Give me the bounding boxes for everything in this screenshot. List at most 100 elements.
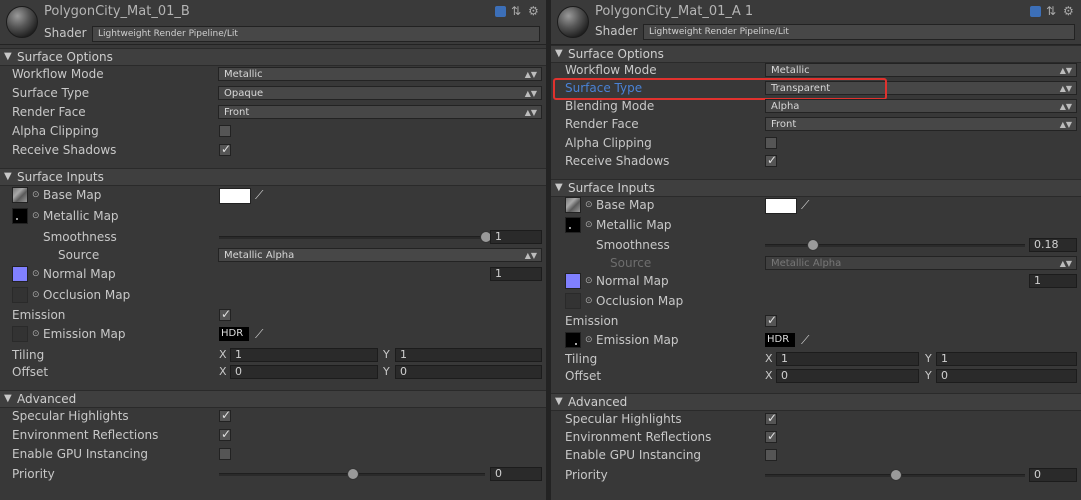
shader-label: Shader <box>595 24 638 38</box>
emission-map-thumbnail[interactable] <box>12 326 28 342</box>
smoothness-slider-thumb[interactable] <box>806 239 819 251</box>
emission-checkbox[interactable]: ✓ <box>219 307 231 321</box>
base-color-swatch[interactable] <box>219 188 251 204</box>
occlusion-map-thumbnail[interactable] <box>12 287 28 303</box>
material-title: PolygonCity_Mat_01_A 1 <box>595 4 754 19</box>
section-surface-options[interactable]: ▼ Surface Options <box>551 45 1081 63</box>
render-face-label: Render Face <box>565 117 639 131</box>
workflow-mode-label: Workflow Mode <box>565 63 657 77</box>
emission-label: Emission <box>565 314 619 328</box>
specular-highlights-checkbox[interactable]: ✓ <box>219 408 231 422</box>
foldout-arrow-icon: ▼ <box>4 171 12 182</box>
priority-field[interactable]: 0 <box>1029 468 1077 482</box>
render-face-dropdown[interactable]: Front ▲▼ <box>218 105 542 119</box>
base-color-swatch[interactable] <box>765 198 797 214</box>
alpha-clipping-checkbox[interactable] <box>765 137 777 149</box>
offset-y-field[interactable]: 0 <box>395 365 542 379</box>
object-picker-icon[interactable]: ⊙ <box>32 209 40 223</box>
shader-dropdown[interactable]: Lightweight Render Pipeline/Lit <box>92 26 540 42</box>
environment-reflections-checkbox[interactable]: ✓ <box>765 429 777 443</box>
section-advanced[interactable]: ▼ Advanced <box>0 390 546 408</box>
tiling-y-field[interactable]: 1 <box>936 352 1077 366</box>
foldout-arrow-icon: ▼ <box>555 396 563 407</box>
section-surface-options[interactable]: ▼ Surface Options <box>0 48 546 66</box>
section-advanced[interactable]: ▼ Advanced <box>551 393 1081 411</box>
smoothness-field[interactable]: 1 <box>490 230 542 244</box>
foldout-arrow-icon: ▼ <box>555 48 563 59</box>
surface-type-dropdown[interactable]: Opaque ▲▼ <box>218 86 542 100</box>
emission-hdr-color[interactable]: HDR <box>219 327 249 341</box>
section-title: Surface Options <box>568 47 664 61</box>
layout-icon[interactable]: ⇅ <box>511 5 523 17</box>
material-preview-icon <box>557 6 589 38</box>
section-title: Surface Options <box>17 50 113 64</box>
object-picker-icon[interactable]: ⊙ <box>32 188 40 202</box>
object-picker-icon[interactable]: ⊙ <box>32 288 40 302</box>
object-picker-icon[interactable]: ⊙ <box>585 294 593 308</box>
normal-scale-field[interactable]: 1 <box>1029 274 1077 288</box>
offset-x-field[interactable]: 0 <box>230 365 378 379</box>
receive-shadows-checkbox[interactable]: ✓ <box>765 153 777 167</box>
priority-slider-thumb[interactable] <box>347 468 359 480</box>
object-picker-icon[interactable]: ⊙ <box>585 333 593 347</box>
emission-map-thumbnail[interactable] <box>565 332 581 348</box>
normal-map-thumbnail[interactable] <box>565 273 581 289</box>
object-picker-icon[interactable]: ⊙ <box>32 267 40 281</box>
section-surface-inputs[interactable]: ▼ Surface Inputs <box>0 168 546 186</box>
eyedropper-icon[interactable]: ⟋ <box>255 327 263 341</box>
smoothness-slider-track[interactable] <box>219 236 485 239</box>
tiling-x-field[interactable]: 1 <box>776 352 919 366</box>
gpu-instancing-checkbox[interactable] <box>765 449 777 461</box>
object-picker-icon[interactable]: ⊙ <box>585 198 593 212</box>
emission-map-label: Emission Map <box>43 327 126 341</box>
base-map-thumbnail[interactable] <box>12 187 28 203</box>
emission-hdr-color[interactable]: HDR <box>765 333 795 347</box>
book-icon[interactable] <box>1030 6 1041 17</box>
specular-highlights-checkbox[interactable]: ✓ <box>765 411 777 425</box>
receive-shadows-label: Receive Shadows <box>565 154 670 168</box>
gpu-instancing-checkbox[interactable] <box>219 448 231 460</box>
axis-label-y: Y <box>925 352 932 365</box>
occlusion-map-label: Occlusion Map <box>596 294 684 308</box>
occlusion-map-thumbnail[interactable] <box>565 293 581 309</box>
surface-type-label: Surface Type <box>12 86 90 100</box>
tiling-x-field[interactable]: 1 <box>230 348 378 362</box>
workflow-mode-dropdown[interactable]: Metallic ▲▼ <box>765 63 1077 77</box>
metallic-map-thumbnail[interactable] <box>12 208 28 224</box>
normal-scale-field[interactable]: 1 <box>490 267 542 281</box>
smoothness-slider-track[interactable] <box>765 244 1025 247</box>
material-title: PolygonCity_Mat_01_B <box>44 4 190 19</box>
gear-icon[interactable]: ⚙ <box>528 5 540 17</box>
gear-icon[interactable]: ⚙ <box>1063 5 1075 17</box>
object-picker-icon[interactable]: ⊙ <box>585 274 593 288</box>
offset-y-field[interactable]: 0 <box>936 369 1077 383</box>
priority-slider-thumb[interactable] <box>890 469 902 481</box>
eyedropper-icon[interactable]: ⟋ <box>801 198 809 212</box>
emission-checkbox[interactable]: ✓ <box>765 313 777 327</box>
material-preview-icon <box>6 6 38 38</box>
receive-shadows-checkbox[interactable]: ✓ <box>219 142 231 156</box>
priority-field[interactable]: 0 <box>490 467 542 481</box>
environment-reflections-label: Environment Reflections <box>565 430 712 444</box>
tiling-y-field[interactable]: 1 <box>395 348 542 362</box>
base-map-thumbnail[interactable] <box>565 197 581 213</box>
source-dropdown[interactable]: Metallic Alpha ▲▼ <box>218 248 542 262</box>
workflow-mode-dropdown[interactable]: Metallic ▲▼ <box>218 67 542 81</box>
metallic-map-thumbnail[interactable] <box>565 217 581 233</box>
eyedropper-icon[interactable]: ⟋ <box>801 333 809 347</box>
axis-label-x: X <box>219 348 227 361</box>
layout-icon[interactable]: ⇅ <box>1046 5 1058 17</box>
eyedropper-icon[interactable]: ⟋ <box>255 188 263 202</box>
section-surface-inputs[interactable]: ▼ Surface Inputs <box>551 179 1081 197</box>
shader-dropdown[interactable]: Lightweight Render Pipeline/Lit <box>643 24 1075 40</box>
render-face-dropdown[interactable]: Front ▲▼ <box>765 117 1077 131</box>
normal-map-thumbnail[interactable] <box>12 266 28 282</box>
environment-reflections-checkbox[interactable]: ✓ <box>219 427 231 441</box>
smoothness-field[interactable]: 0.18 <box>1029 238 1077 252</box>
object-picker-icon[interactable]: ⊙ <box>585 218 593 232</box>
book-icon[interactable] <box>495 6 506 17</box>
alpha-clipping-checkbox[interactable] <box>219 125 231 137</box>
object-picker-icon[interactable]: ⊙ <box>32 327 40 341</box>
offset-x-field[interactable]: 0 <box>776 369 919 383</box>
blending-mode-dropdown[interactable]: Alpha ▲▼ <box>765 99 1077 113</box>
